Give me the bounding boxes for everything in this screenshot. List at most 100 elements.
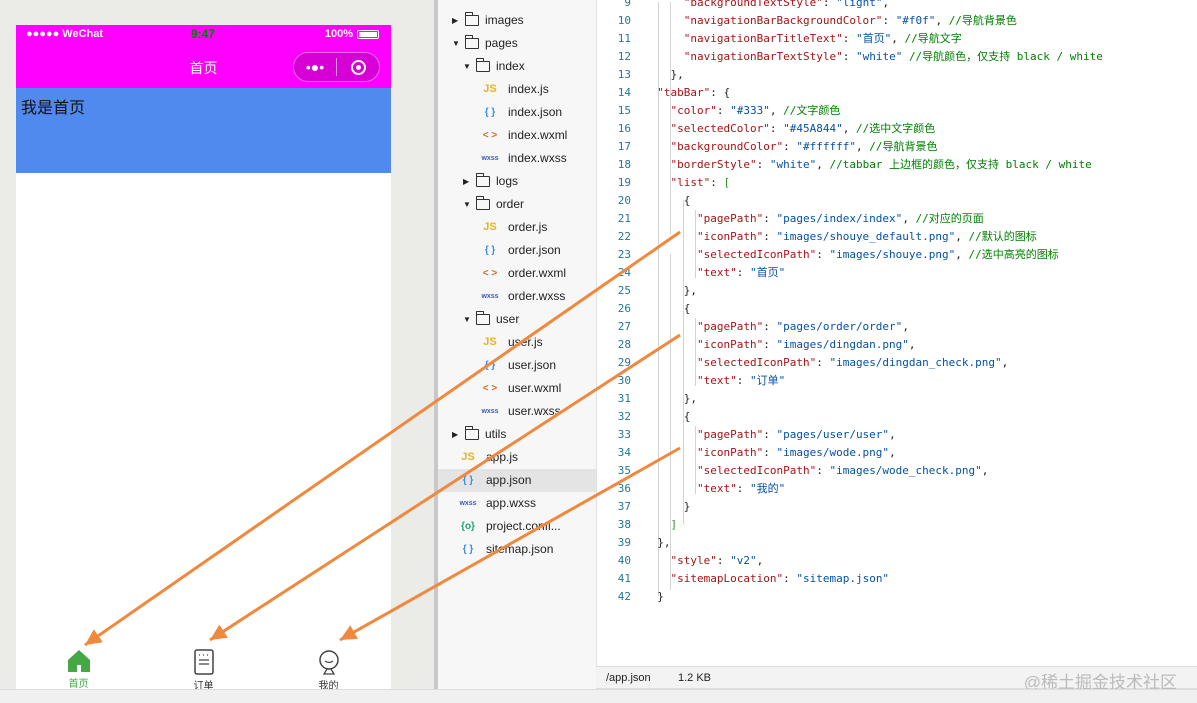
tree-item-order-wxml[interactable]: < > order.wxml [438, 262, 596, 285]
code-punctuation [644, 464, 697, 477]
code-punctuation: : [783, 572, 797, 585]
tree-item-app-json[interactable]: { } app.json [438, 469, 596, 492]
tree-item-user-json[interactable]: { } user.json [438, 354, 596, 377]
battery-icon [357, 29, 379, 39]
line-number: 22 [617, 230, 631, 243]
line-number: 21 [617, 212, 631, 225]
tree-item-images[interactable]: ▶ images [438, 9, 596, 32]
tree-item-index[interactable]: ▼ index [438, 55, 596, 78]
json-file-icon: { } [484, 245, 496, 256]
json-string: "#f0f" [895, 14, 936, 27]
line-number: 29 [617, 356, 631, 369]
editor-status-bar: /app.json 1.2 KB @稀土掘金技术社区 [596, 666, 1197, 692]
code-comment: //文字颜色 [783, 104, 841, 117]
tree-item-pages[interactable]: ▼ pages [438, 32, 596, 55]
chevron-right-icon[interactable]: ▶ [452, 423, 460, 446]
close-mini-program-button[interactable] [337, 58, 379, 76]
tree-item-index-wxml[interactable]: < > index.wxml [438, 124, 596, 147]
line-number: 42 [617, 590, 631, 603]
code-punctuation: } [644, 500, 691, 513]
json-string: "images/wode.png" [776, 446, 890, 459]
user-icon [318, 650, 339, 675]
tree-item-label: logs [496, 174, 519, 188]
tab-order[interactable]: 订单 [141, 642, 266, 692]
code-punctuation: { [644, 410, 691, 423]
code-punctuation [644, 338, 697, 351]
tree-item-order-wxss[interactable]: wxss order.wxss [438, 285, 596, 308]
tree-item-utils[interactable]: ▶ utils [438, 423, 596, 446]
tree-item-label: order.wxss [508, 289, 566, 303]
code-punctuation: , [769, 104, 784, 117]
tree-item-index-js[interactable]: JS index.js [438, 78, 596, 101]
line-number: 34 [617, 446, 631, 459]
simulator-panel: ●●●●● WeChat 9:47 100% 首页 •●• 我是首页 首页 订单 [0, 0, 434, 692]
code-punctuation [644, 14, 684, 27]
tree-item-user-js[interactable]: JS user.js [438, 331, 596, 354]
chevron-down-icon[interactable]: ▼ [463, 308, 471, 331]
tree-item-label: app.js [486, 450, 519, 464]
code-punctuation: , [955, 248, 969, 261]
line-number: 14 [617, 86, 631, 99]
json-key: "style" [670, 554, 717, 567]
code-editor[interactable]: 9 "backgroundTextStyle": "light", 10 "nav… [596, 0, 1197, 666]
tree-item-label: index [496, 59, 525, 73]
code-punctuation: , [935, 14, 949, 27]
target-icon [350, 60, 366, 75]
code-punctuation [644, 86, 657, 99]
json-key: "tabBar" [657, 86, 711, 99]
tree-item-index-wxss[interactable]: wxss index.wxss [438, 147, 596, 170]
chevron-down-icon[interactable]: ▼ [463, 193, 471, 216]
code-punctuation: : [716, 104, 731, 117]
tab-user[interactable]: 我的 [266, 642, 391, 692]
tree-item-user[interactable]: ▼ user [438, 308, 596, 331]
json-key: "pagePath" [696, 428, 764, 441]
tree-item-order-js[interactable]: JS order.js [438, 216, 596, 239]
line-number: 33 [617, 428, 631, 441]
more-icon[interactable]: •●• [294, 59, 336, 75]
chevron-down-icon[interactable]: ▼ [452, 32, 460, 55]
chevron-right-icon[interactable]: ▶ [452, 9, 460, 32]
json-key: "navigationBarTitleText" [683, 32, 843, 45]
code-punctuation: , [855, 140, 870, 153]
code-punctuation: } [644, 590, 664, 603]
code-punctuation: , [882, 0, 890, 9]
chevron-right-icon[interactable]: ▶ [463, 170, 471, 193]
tree-item-logs[interactable]: ▶ logs [438, 170, 596, 193]
tree-item-project-confi-[interactable]: {o} project.confi... [438, 515, 596, 538]
tree-item-label: user.json [508, 358, 557, 372]
tree-item-app-js[interactable]: JS app.js [438, 446, 596, 469]
json-string: "sitemap.json" [796, 572, 890, 585]
code-comment: //导航背景色 [948, 14, 1017, 27]
carrier: ●●●●● WeChat [26, 28, 104, 40]
tree-item-label: index.json [508, 105, 563, 119]
tree-item-user-wxml[interactable]: < > user.wxml [438, 377, 596, 400]
code-punctuation [644, 104, 671, 117]
code-punctuation [902, 50, 909, 63]
json-key: "pagePath" [696, 320, 764, 333]
tab-home[interactable]: 首页 [16, 642, 141, 690]
code-punctuation [644, 248, 697, 261]
code-comment: //默认的图标 [968, 230, 1037, 243]
code-punctuation [644, 176, 671, 189]
json-key: "navigationBarTextStyle" [683, 50, 843, 63]
code-punctuation [644, 446, 697, 459]
code-comment: //导航颜色，仅支持 black / white [908, 50, 1103, 63]
code-punctuation: , [891, 32, 905, 45]
tree-item-order[interactable]: ▼ order [438, 193, 596, 216]
code-punctuation: : [816, 356, 830, 369]
clock: 9:47 [191, 27, 216, 41]
code-punctuation: : [763, 428, 777, 441]
code-punctuation: }, [644, 392, 697, 405]
tree-item-app-wxss[interactable]: wxss app.wxss [438, 492, 596, 515]
json-string: "light" [836, 0, 883, 9]
code-punctuation: , [955, 230, 969, 243]
tree-item-order-json[interactable]: { } order.json [438, 239, 596, 262]
chevron-down-icon[interactable]: ▼ [463, 55, 471, 78]
tree-item-index-json[interactable]: { } index.json [438, 101, 596, 124]
json-file-icon: { } [484, 360, 496, 371]
tree-item-sitemap-json[interactable]: { } sitemap.json [438, 538, 596, 561]
json-string: "订单" [749, 374, 786, 387]
js-file-icon: JS [483, 83, 497, 95]
wxss-file-icon: wxss [459, 500, 477, 507]
tree-item-user-wxss[interactable]: wxss user.wxss [438, 400, 596, 423]
